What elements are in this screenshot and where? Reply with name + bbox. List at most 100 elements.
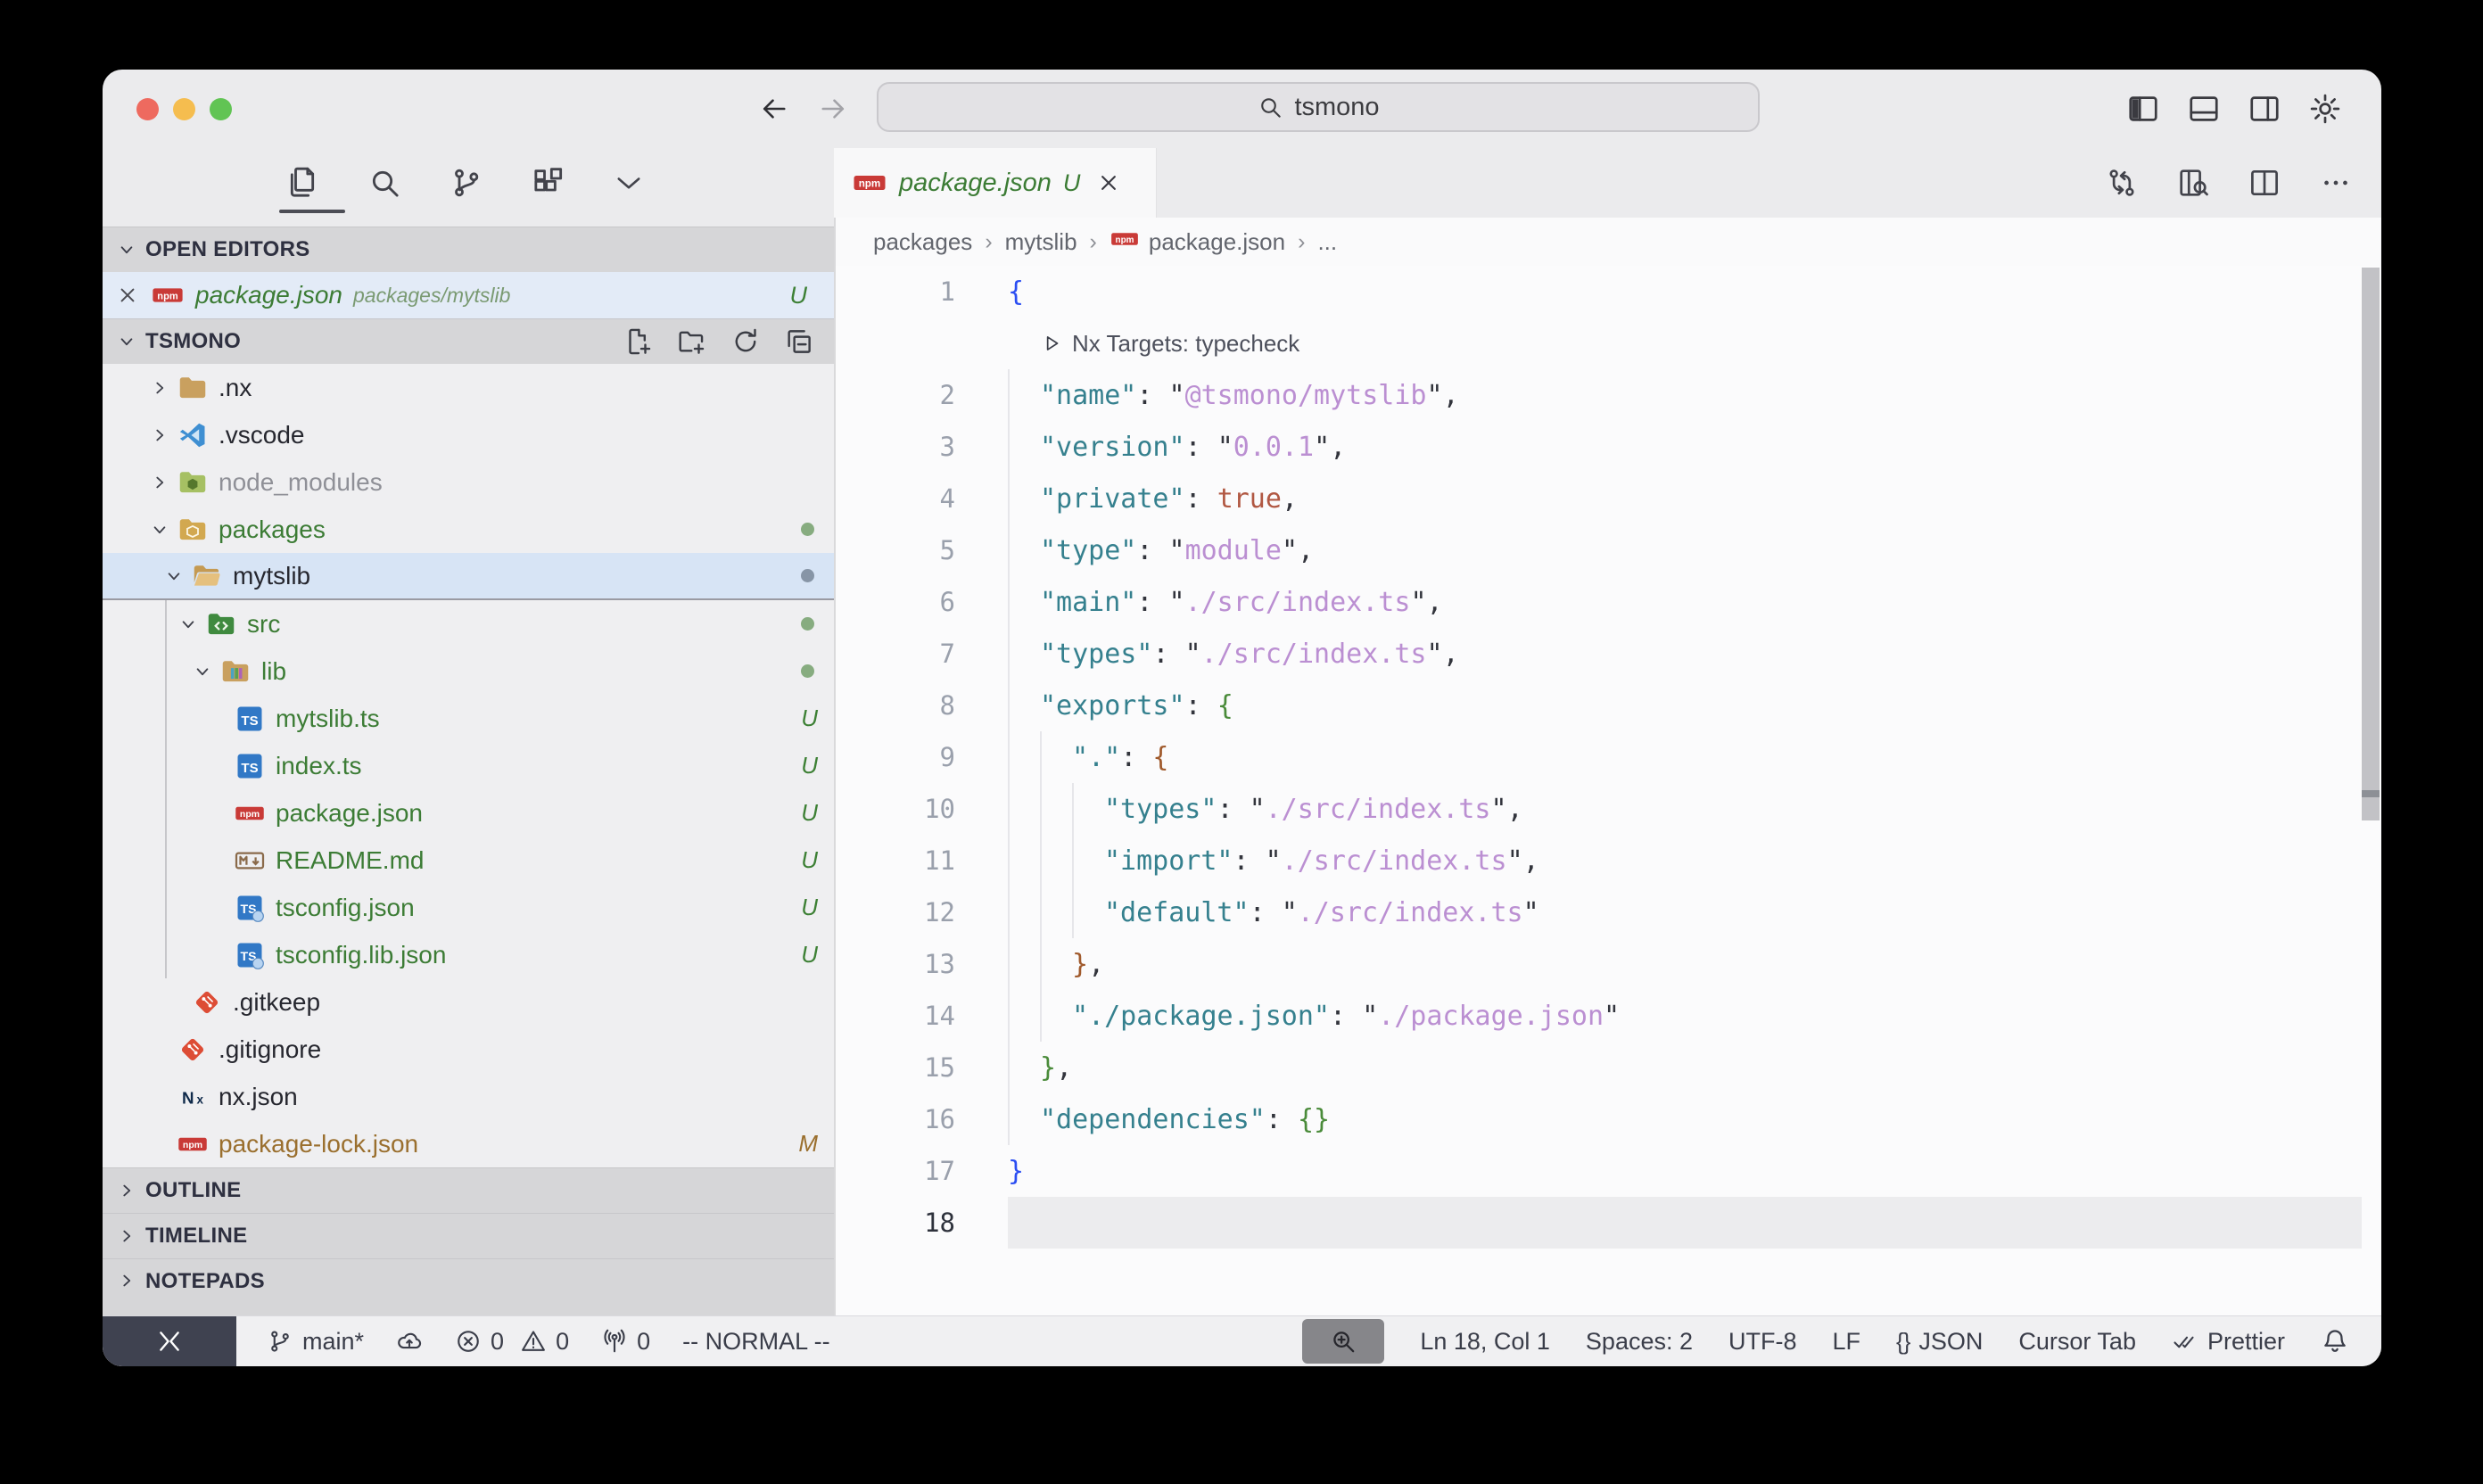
gear-icon[interactable] bbox=[2308, 92, 2342, 126]
new-file-icon[interactable] bbox=[623, 326, 654, 357]
status-text: 0 bbox=[491, 1328, 504, 1356]
extensions-icon[interactable] bbox=[531, 165, 566, 201]
status-item-eol[interactable]: LF bbox=[1833, 1328, 1861, 1356]
code-line-6[interactable]: 6"main": "./src/index.ts", bbox=[836, 576, 2360, 628]
code-line-1[interactable]: 1{ bbox=[836, 266, 2360, 317]
chevron-right-icon[interactable] bbox=[144, 376, 176, 400]
tree-item-mytslib.ts[interactable]: TSmytslib.tsU bbox=[103, 695, 834, 742]
refresh-icon[interactable] bbox=[730, 326, 761, 357]
toggle-panel-icon[interactable] bbox=[2187, 92, 2221, 126]
code-line-18[interactable]: 18 bbox=[836, 1197, 2360, 1249]
scrollbar-thumb[interactable] bbox=[2362, 268, 2380, 820]
code-line-2[interactable]: 2"name": "@tsmono/mytslib", bbox=[836, 369, 2360, 421]
tree-item-lib[interactable]: lib bbox=[103, 647, 834, 695]
status-item-sync-status[interactable] bbox=[396, 1328, 423, 1355]
toggle-sidebar-icon[interactable] bbox=[2126, 92, 2160, 126]
code-editor[interactable]: 1{Nx Targets: typecheck2"name": "@tsmono… bbox=[836, 266, 2360, 1315]
status-item-vim-mode[interactable]: -- NORMAL -- bbox=[682, 1328, 829, 1356]
status-item-encoding[interactable]: UTF-8 bbox=[1728, 1328, 1797, 1356]
code-line-15[interactable]: 15}, bbox=[836, 1042, 2360, 1093]
forward-icon[interactable] bbox=[817, 93, 849, 125]
more-actions-icon[interactable] bbox=[2319, 166, 2353, 200]
zoom-window-button[interactable] bbox=[210, 98, 232, 120]
tree-item-README.md[interactable]: README.mdU bbox=[103, 837, 834, 884]
close-icon[interactable] bbox=[1095, 169, 1122, 196]
tree-item-index.ts[interactable]: TSindex.tsU bbox=[103, 742, 834, 789]
status-item-cursor-position[interactable]: Ln 18, Col 1 bbox=[1420, 1328, 1550, 1356]
code-line-13[interactable]: 13}, bbox=[836, 938, 2360, 990]
collapse-all-icon[interactable] bbox=[784, 326, 814, 357]
chevron-down-icon[interactable] bbox=[613, 167, 645, 199]
chevron-right-icon[interactable] bbox=[144, 471, 176, 494]
tree-item-src[interactable]: src bbox=[103, 600, 834, 647]
codelens-nx-targets[interactable]: Nx Targets: typecheck bbox=[836, 317, 2360, 369]
tree-item-tsconfig.json[interactable]: TStsconfig.jsonU bbox=[103, 884, 834, 931]
tree-item-package-lock.json[interactable]: npmpackage-lock.jsonM bbox=[103, 1120, 834, 1167]
minimize-window-button[interactable] bbox=[173, 98, 195, 120]
breadcrumb-item-mytslib[interactable]: mytslib bbox=[1005, 228, 1077, 256]
source-control-icon[interactable] bbox=[449, 165, 484, 201]
close-window-button[interactable] bbox=[136, 98, 159, 120]
tree-item-.nx[interactable]: .nx bbox=[103, 364, 834, 411]
tree-item-.gitignore[interactable]: .gitignore bbox=[103, 1026, 834, 1073]
tree-item-nx.json[interactable]: Nxnx.json bbox=[103, 1073, 834, 1120]
status-item-formatter[interactable]: Prettier bbox=[2172, 1328, 2285, 1356]
tree-item-tsconfig.lib.json[interactable]: TStsconfig.lib.jsonU bbox=[103, 931, 834, 978]
status-item-branch-status[interactable]: main* bbox=[267, 1328, 364, 1356]
chevron-right-icon[interactable] bbox=[144, 424, 176, 447]
open-editors-header[interactable]: OPEN EDITORS bbox=[103, 227, 834, 272]
code-line-11[interactable]: 11"import": "./src/index.ts", bbox=[836, 835, 2360, 886]
token-pun: , bbox=[1330, 432, 1346, 463]
code-line-16[interactable]: 16"dependencies": {} bbox=[836, 1093, 2360, 1145]
command-center-search[interactable]: tsmono bbox=[877, 82, 1760, 132]
code-line-5[interactable]: 5"type": "module", bbox=[836, 524, 2360, 576]
back-icon[interactable] bbox=[758, 93, 790, 125]
code-line-14[interactable]: 14"./package.json": "./package.json" bbox=[836, 990, 2360, 1042]
chevron-down-icon[interactable] bbox=[158, 565, 190, 588]
open-editor-item-package-json[interactable]: npm package.json packages/mytslib U bbox=[103, 272, 834, 318]
breadcrumb-item--[interactable]: ... bbox=[1317, 228, 1337, 256]
tree-item-node_modules[interactable]: node_modules bbox=[103, 458, 834, 506]
tree-item-mytslib[interactable]: mytslib bbox=[103, 553, 834, 600]
code-line-17[interactable]: 17} bbox=[836, 1145, 2360, 1197]
tree-item-.vscode[interactable]: .vscode bbox=[103, 411, 834, 458]
compare-changes-icon[interactable] bbox=[2105, 166, 2139, 200]
search-view-icon[interactable] bbox=[367, 165, 402, 201]
workspace-header[interactable]: TSMONO bbox=[103, 318, 834, 364]
svg-text:npm: npm bbox=[157, 291, 178, 301]
close-icon[interactable] bbox=[115, 283, 140, 308]
folder-pkg-icon bbox=[176, 514, 210, 546]
split-editor-icon[interactable] bbox=[2248, 166, 2281, 200]
code-line-12[interactable]: 12"default": "./src/index.ts" bbox=[836, 886, 2360, 938]
breadcrumb-item-packages[interactable]: packages bbox=[873, 228, 972, 256]
new-folder-icon[interactable] bbox=[677, 326, 707, 357]
status-item-problems[interactable]: 00 bbox=[455, 1328, 569, 1356]
remote-indicator[interactable] bbox=[103, 1316, 236, 1366]
breadcrumb-item-package-json[interactable]: npmpackage.json bbox=[1110, 224, 1285, 260]
code-line-9[interactable]: 9".": { bbox=[836, 731, 2360, 783]
outline-section-header[interactable]: OUTLINE bbox=[103, 1167, 834, 1213]
status-item-notifications[interactable] bbox=[2321, 1327, 2349, 1356]
code-line-4[interactable]: 4"private": true, bbox=[836, 473, 2360, 524]
chevron-down-icon[interactable] bbox=[172, 613, 204, 636]
code-line-3[interactable]: 3"version": "0.0.1", bbox=[836, 421, 2360, 473]
code-line-10[interactable]: 10"types": "./src/index.ts", bbox=[836, 783, 2360, 835]
explorer-icon[interactable] bbox=[285, 165, 320, 201]
tree-item-.gitkeep[interactable]: .gitkeep bbox=[103, 978, 834, 1026]
status-item-screencast-zoom[interactable] bbox=[1302, 1319, 1384, 1364]
status-item-indentation[interactable]: Spaces: 2 bbox=[1586, 1328, 1693, 1356]
chevron-down-icon[interactable] bbox=[186, 660, 219, 683]
code-line-7[interactable]: 7"types": "./src/index.ts", bbox=[836, 628, 2360, 680]
timeline-section-header[interactable]: TIMELINE bbox=[103, 1213, 834, 1258]
code-line-8[interactable]: 8"exports": { bbox=[836, 680, 2360, 731]
tree-item-packages[interactable]: packages bbox=[103, 506, 834, 553]
status-item-language-mode[interactable]: {}JSON bbox=[1896, 1328, 1983, 1356]
toggle-secondary-sidebar-icon[interactable] bbox=[2248, 92, 2281, 126]
notepads-section-header[interactable]: NOTEPADS bbox=[103, 1258, 834, 1315]
status-item-cursor-tab[interactable]: Cursor Tab bbox=[2018, 1328, 2136, 1356]
tree-item-package.json[interactable]: npmpackage.jsonU bbox=[103, 789, 834, 837]
tab-package-json[interactable]: npm package.json U bbox=[834, 148, 1157, 218]
open-preview-icon[interactable] bbox=[2176, 166, 2210, 200]
status-item-ports[interactable]: 0 bbox=[601, 1328, 650, 1356]
chevron-down-icon[interactable] bbox=[144, 518, 176, 541]
